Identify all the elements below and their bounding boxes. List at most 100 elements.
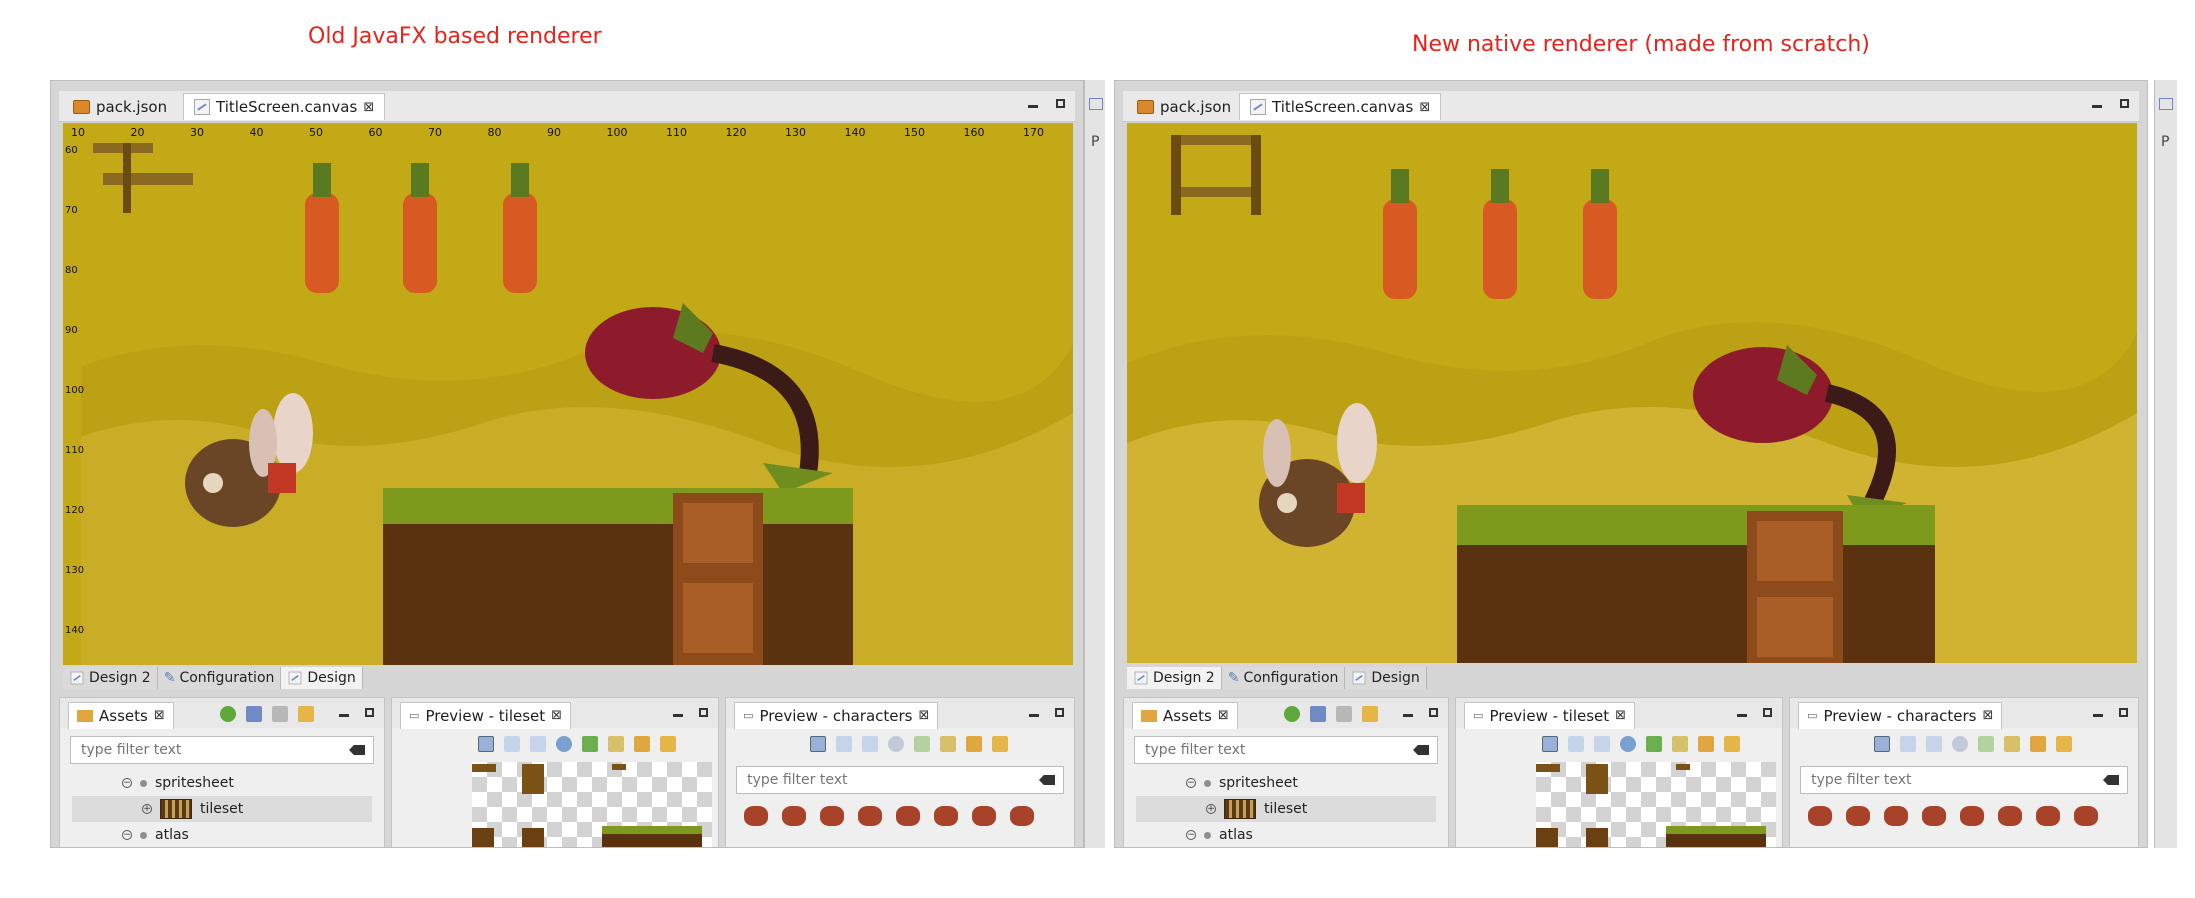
minimize-icon[interactable] xyxy=(2092,105,2102,108)
character-frame[interactable] xyxy=(972,806,997,826)
assets-filter-input[interactable] xyxy=(79,741,312,759)
character-frame[interactable] xyxy=(744,806,769,826)
layout-tiles-icon[interactable] xyxy=(1874,736,1891,752)
characters-filter-input[interactable] xyxy=(745,771,998,789)
tree-item-label: atlas xyxy=(1219,827,1253,843)
character-frame[interactable] xyxy=(782,806,807,826)
character-frame[interactable] xyxy=(2074,806,2099,826)
scene-canvas[interactable] xyxy=(1127,123,2137,663)
character-frame[interactable] xyxy=(820,806,845,826)
close-icon[interactable]: ⊠ xyxy=(154,709,165,722)
minimize-icon[interactable] xyxy=(2093,714,2103,717)
hand-icon[interactable] xyxy=(2030,736,2047,752)
expand-icon[interactable]: + xyxy=(1206,804,1216,814)
zoom-icon[interactable] xyxy=(1952,736,1969,752)
minimize-icon[interactable] xyxy=(1028,105,1038,108)
hand-icon[interactable] xyxy=(966,736,983,752)
tileset-sprites xyxy=(1536,764,1767,847)
fit-icon[interactable] xyxy=(1978,736,1995,752)
character-frame[interactable] xyxy=(1010,806,1035,826)
clear-icon[interactable] xyxy=(2103,775,2119,785)
preview-icon: ▭ xyxy=(743,709,754,722)
tree-item-atlas[interactable]: − atlas xyxy=(72,822,372,847)
character-frame[interactable] xyxy=(1922,806,1947,826)
collapse-icon[interactable]: − xyxy=(122,830,132,840)
assets-filter-input[interactable] xyxy=(1143,741,1376,759)
preview-icon: ▭ xyxy=(1807,709,1818,722)
maximize-icon[interactable] xyxy=(2119,708,2128,717)
side-view-label: P xyxy=(2161,134,2170,150)
collapse-icon[interactable] xyxy=(1336,706,1352,722)
import-icon[interactable] xyxy=(1310,706,1326,722)
character-frame[interactable] xyxy=(1808,806,1833,826)
refresh-icon[interactable] xyxy=(220,706,236,722)
maximize-icon[interactable] xyxy=(1429,708,1439,717)
json-file-icon xyxy=(73,99,90,114)
character-frame[interactable] xyxy=(1884,806,1909,826)
minimize-icon[interactable] xyxy=(1403,714,1414,717)
add-icon[interactable] xyxy=(2056,736,2073,752)
preview-tileset-view: ▭ Preview - tileset ⊠ xyxy=(391,697,720,847)
tab-design[interactable]: Design xyxy=(281,667,363,689)
minimize-icon[interactable] xyxy=(339,714,350,717)
collapse-icon[interactable]: − xyxy=(1186,830,1196,840)
close-icon[interactable]: ⊠ xyxy=(1218,709,1229,722)
collapse-icon[interactable]: − xyxy=(1186,778,1196,788)
character-frame[interactable] xyxy=(934,806,959,826)
tree-item-spritesheet[interactable]: − spritesheet xyxy=(72,770,372,796)
close-icon[interactable]: ⊠ xyxy=(363,101,374,114)
tab-configuration[interactable]: ✎ Configuration xyxy=(1222,667,1346,689)
layout-grid-icon[interactable] xyxy=(1926,736,1943,752)
character-frame[interactable] xyxy=(896,806,921,826)
character-frame[interactable] xyxy=(2036,806,2061,826)
layout-grid-icon[interactable] xyxy=(862,736,879,752)
tab-titlescreen-canvas[interactable]: TitleScreen.canvas ⊠ xyxy=(183,93,386,120)
add-icon[interactable] xyxy=(1362,706,1378,722)
view-icon[interactable] xyxy=(2159,98,2173,110)
layout-tiles-icon[interactable] xyxy=(810,736,827,752)
character-frame[interactable] xyxy=(858,806,883,826)
tab-pack-json[interactable]: pack.json xyxy=(63,93,177,120)
ruler-tick-label: 20 xyxy=(130,126,145,139)
edit-icon[interactable] xyxy=(940,736,957,752)
zoom-icon[interactable] xyxy=(888,736,905,752)
scene-canvas[interactable] xyxy=(63,143,1073,665)
clear-icon[interactable] xyxy=(1039,775,1055,785)
layout-list-icon[interactable] xyxy=(1900,736,1917,752)
collapse-icon[interactable] xyxy=(272,706,288,722)
tab-design[interactable]: Design xyxy=(1345,667,1427,689)
close-icon[interactable]: ⊠ xyxy=(1419,101,1430,114)
refresh-icon[interactable] xyxy=(1284,706,1300,722)
edit-icon[interactable] xyxy=(2004,736,2021,752)
tree-item-spritesheet[interactable]: − spritesheet xyxy=(1136,770,1436,796)
character-frame[interactable] xyxy=(1846,806,1871,826)
maximize-icon[interactable] xyxy=(1056,99,1065,108)
close-icon[interactable]: ⊠ xyxy=(918,709,929,722)
add-icon[interactable] xyxy=(298,706,314,722)
clear-icon[interactable] xyxy=(349,745,366,755)
layout-list-icon[interactable] xyxy=(836,736,853,752)
tab-configuration[interactable]: ✎ Configuration xyxy=(158,667,282,689)
clear-icon[interactable] xyxy=(1413,745,1430,755)
close-icon[interactable]: ⊠ xyxy=(1982,709,1993,722)
tab-titlescreen-canvas[interactable]: TitleScreen.canvas ⊠ xyxy=(1239,93,1442,120)
tab-design-2[interactable]: Design 2 xyxy=(1127,667,1222,689)
collapse-icon[interactable]: − xyxy=(122,778,132,788)
tab-pack-json[interactable]: pack.json xyxy=(1127,93,1241,120)
expand-icon[interactable]: + xyxy=(142,804,152,814)
maximize-icon[interactable] xyxy=(2120,99,2129,108)
character-frame[interactable] xyxy=(1998,806,2023,826)
maximize-icon[interactable] xyxy=(365,708,375,717)
add-icon[interactable] xyxy=(992,736,1009,752)
import-icon[interactable] xyxy=(246,706,262,722)
characters-filter-input[interactable] xyxy=(1809,771,2062,789)
tree-item-atlas[interactable]: − atlas xyxy=(1136,822,1436,847)
minimize-icon[interactable] xyxy=(1029,714,1039,717)
fit-icon[interactable] xyxy=(914,736,931,752)
view-icon[interactable] xyxy=(1089,98,1103,110)
tree-item-tileset[interactable]: + tileset xyxy=(72,796,373,822)
maximize-icon[interactable] xyxy=(1055,708,1064,717)
tree-item-tileset[interactable]: + tileset xyxy=(1136,796,1437,822)
character-frame[interactable] xyxy=(1960,806,1985,826)
tab-design-2[interactable]: Design 2 xyxy=(63,667,158,689)
